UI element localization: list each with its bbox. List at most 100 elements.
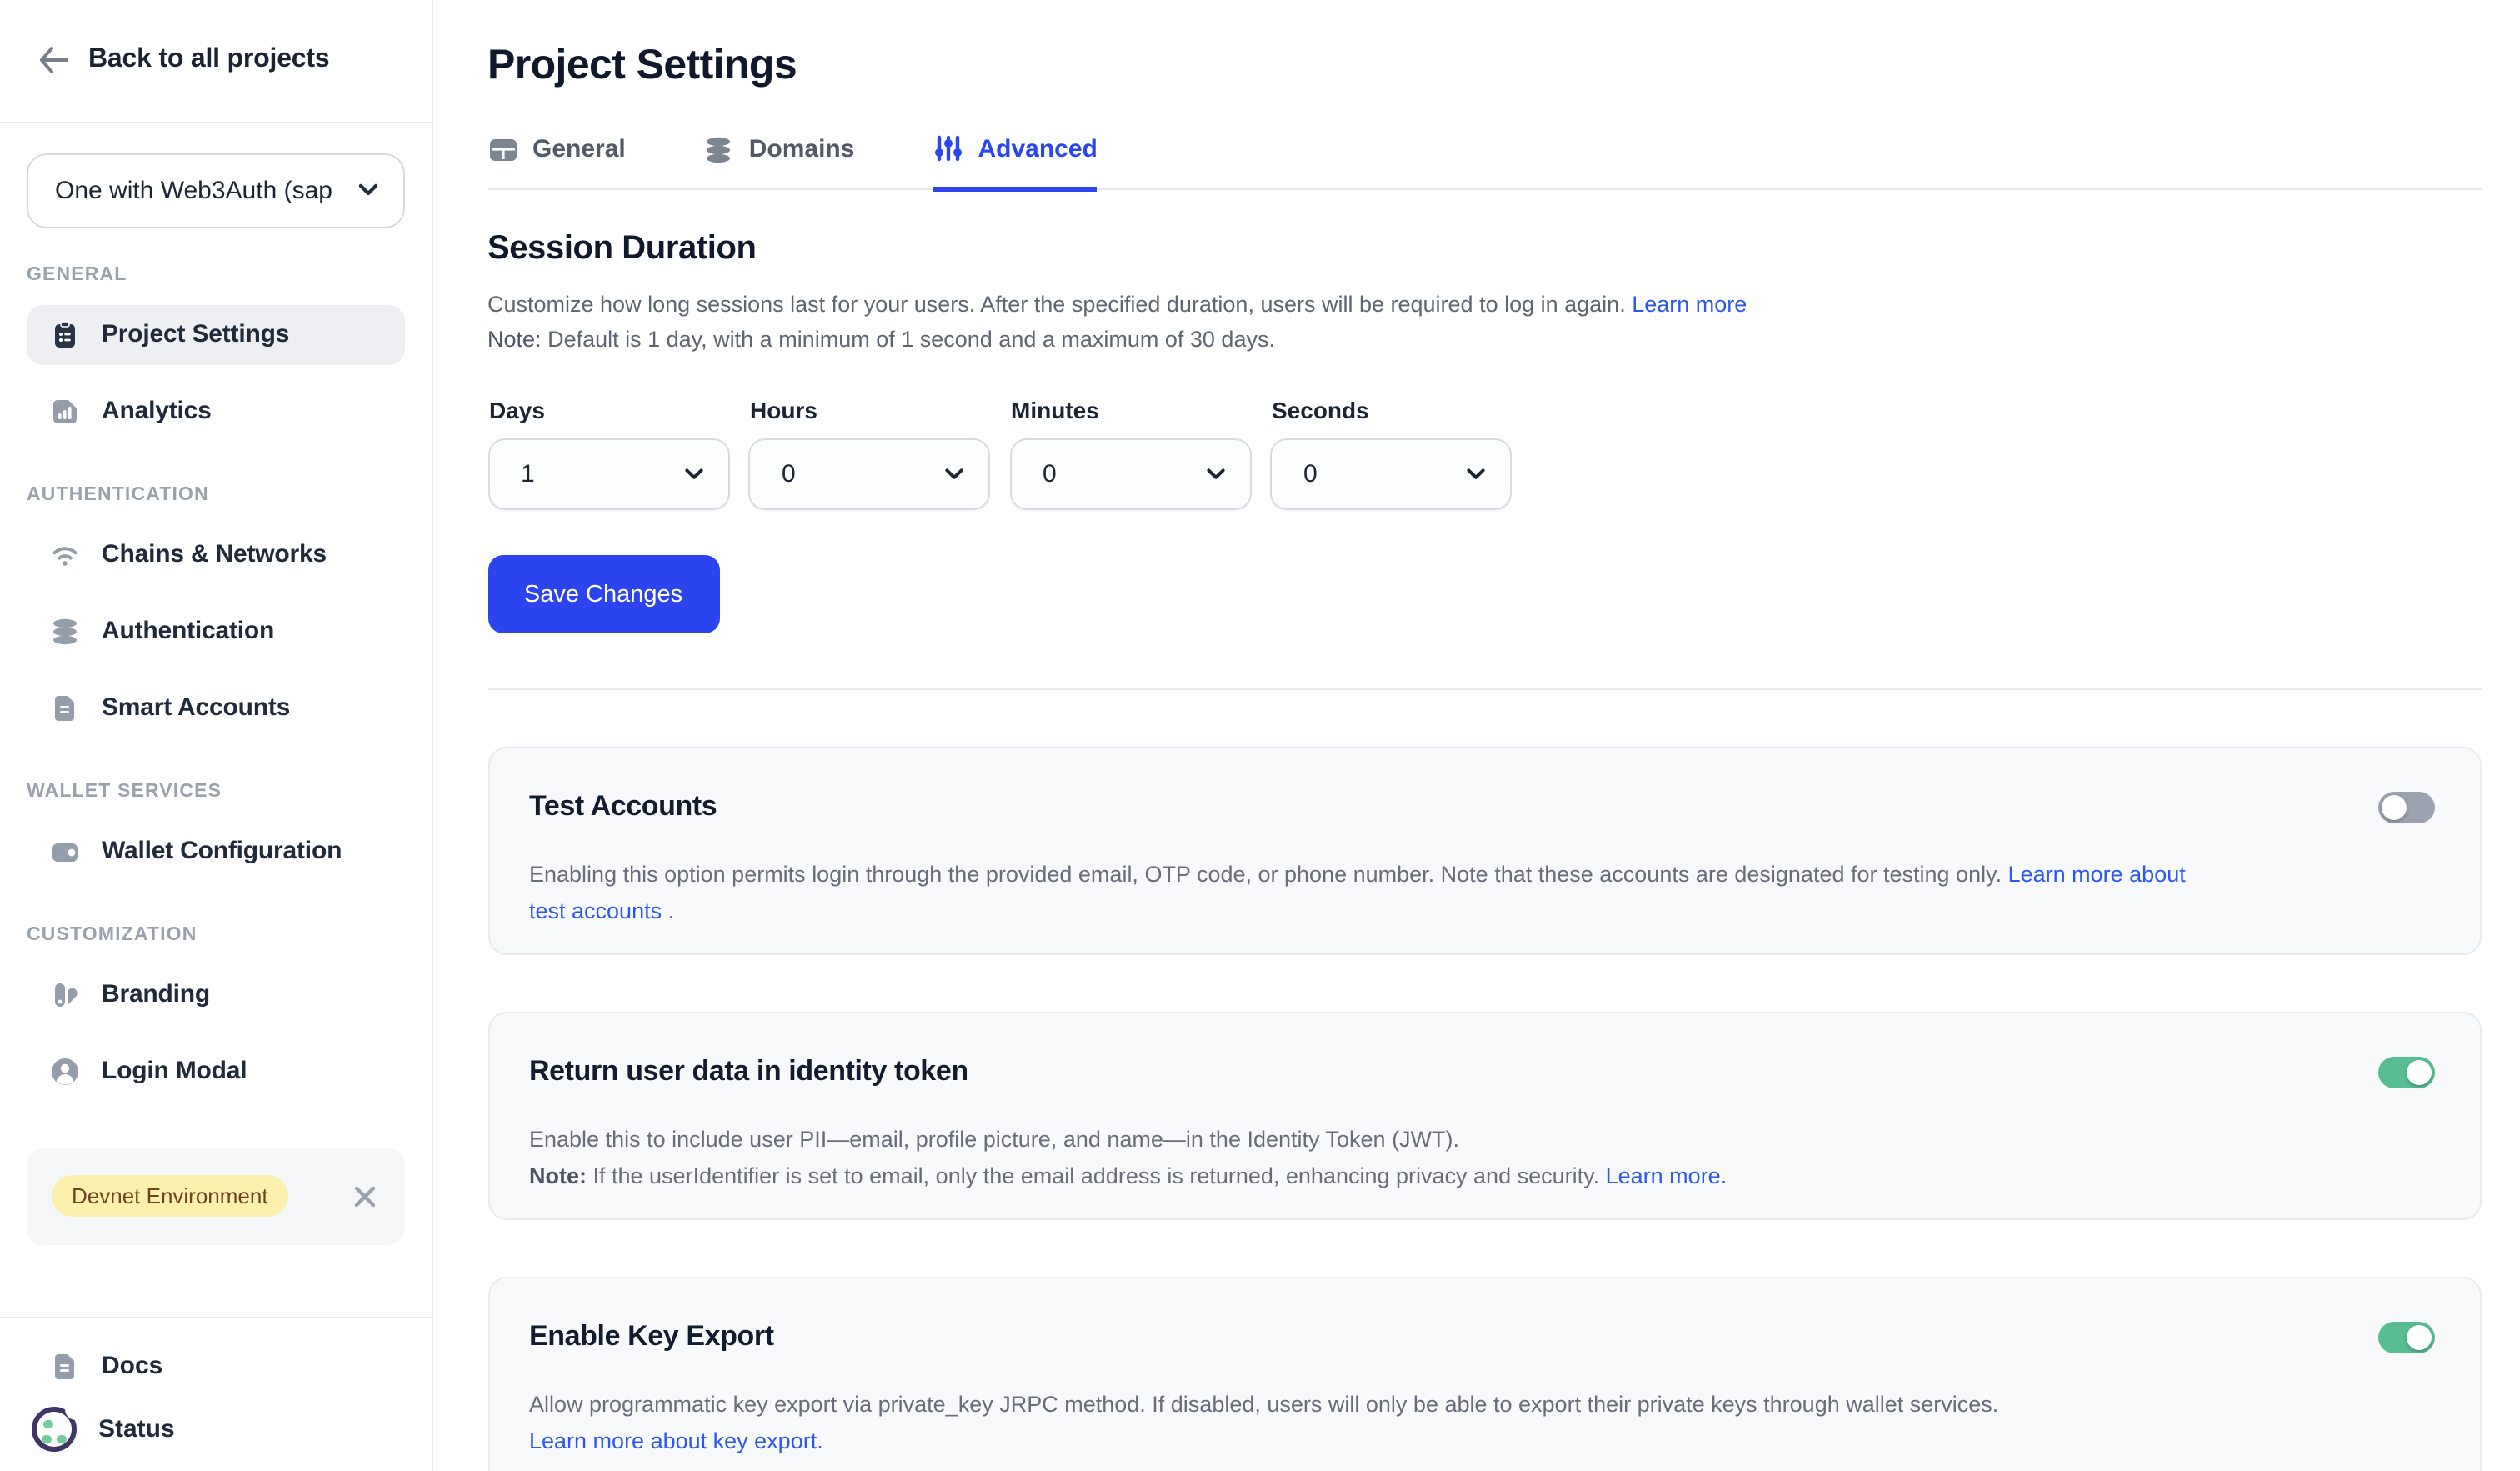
sidebar: Back to all projects One with Web3Auth (… <box>0 0 432 1471</box>
test-accounts-toggle[interactable] <box>2378 792 2434 823</box>
identity-token-toggle[interactable] <box>2378 1057 2434 1088</box>
back-to-projects[interactable]: Back to all projects <box>0 0 431 123</box>
cookie-icon <box>28 1401 85 1458</box>
learn-more-link[interactable]: Learn more <box>1632 292 1747 317</box>
main-content: Project Settings General Domains Advance… <box>434 0 2520 1471</box>
hours-select[interactable]: 0 <box>748 438 990 510</box>
minutes-select[interactable]: 0 <box>1009 438 1251 510</box>
key-export-card: Enable Key Export Allow programmatic key… <box>488 1277 2481 1471</box>
minutes-field: Minutes 0 <box>1009 397 1251 510</box>
environment-panel: Devnet Environment <box>27 1148 404 1244</box>
sidebar-item-docs[interactable]: Docs <box>0 1334 431 1398</box>
tab-label: Domains <box>749 135 855 163</box>
key-export-toggle[interactable] <box>2378 1322 2434 1353</box>
database-icon <box>704 134 734 164</box>
seconds-label: Seconds <box>1272 397 1512 423</box>
note-label: Note: <box>488 327 542 352</box>
card-title: Test Accounts <box>529 790 2434 823</box>
project-selector-value: One with Web3Auth (sap <box>55 176 358 204</box>
sidebar-item-wallet-configuration[interactable]: Wallet Configuration <box>27 821 404 881</box>
session-duration-title: Session Duration <box>488 230 2520 268</box>
sidebar-item-label: Analytics <box>102 397 212 425</box>
sidebar-item-chains-networks[interactable]: Chains & Networks <box>27 524 404 584</box>
save-changes-button[interactable]: Save Changes <box>488 555 719 633</box>
duration-fields: Days 1 Hours 0 Minutes 0 <box>488 397 2520 510</box>
docs-icon <box>50 1351 80 1381</box>
minutes-label: Minutes <box>1011 397 1251 423</box>
sidebar-nav: GENERAL Project Settings Analytics AUTHE… <box>0 264 431 1101</box>
days-label: Days <box>489 397 729 423</box>
card-description: Allow programmatic key export via privat… <box>529 1387 2434 1458</box>
tab-label: General <box>532 135 626 163</box>
environment-badge: Devnet Environment <box>52 1175 288 1217</box>
sidebar-item-label: Docs <box>102 1352 162 1380</box>
chevron-down-icon <box>1467 468 1485 480</box>
card-description: Enable this to include user PII—email, p… <box>529 1122 2434 1193</box>
sidebar-item-label: Authentication <box>102 617 274 645</box>
sidebar-item-analytics[interactable]: Analytics <box>27 381 404 441</box>
learn-more-identity-link[interactable]: Learn more. <box>1606 1163 1728 1188</box>
hours-field: Hours 0 <box>748 397 990 510</box>
seconds-select[interactable]: 0 <box>1270 438 1512 510</box>
chevron-down-icon <box>945 468 963 480</box>
branding-icon <box>50 979 80 1009</box>
clipboard-icon <box>50 319 80 349</box>
close-icon[interactable] <box>352 1184 376 1208</box>
days-select[interactable]: 1 <box>488 438 729 510</box>
learn-more-key-export-link[interactable]: Learn more about key export. <box>529 1428 823 1453</box>
sidebar-item-label: Chains & Networks <box>102 540 327 568</box>
tab-label: Advanced <box>978 134 1097 163</box>
table-icon <box>488 136 518 163</box>
toggle-knob <box>2381 795 2406 820</box>
chevron-down-icon <box>1206 468 1224 480</box>
back-label: Back to all projects <box>88 46 329 76</box>
sidebar-item-label: Branding <box>102 980 210 1008</box>
sidebar-item-label: Project Settings <box>102 320 289 348</box>
back-arrow-icon <box>37 46 70 76</box>
chevron-down-icon <box>684 468 702 480</box>
card-title: Enable Key Export <box>529 1320 2434 1353</box>
toggle-knob <box>2406 1325 2431 1350</box>
card-line1: Allow programmatic key export via privat… <box>529 1392 1998 1417</box>
identity-token-card: Return user data in identity token Enabl… <box>488 1012 2481 1220</box>
card-text-suffix: . <box>662 898 674 923</box>
sidebar-item-smart-accounts[interactable]: Smart Accounts <box>27 678 404 738</box>
sidebar-item-branding[interactable]: Branding <box>27 964 404 1024</box>
file-icon <box>50 693 80 723</box>
sliders-icon <box>932 133 962 163</box>
seconds-value: 0 <box>1303 460 1467 488</box>
sidebar-item-label: Smart Accounts <box>102 693 290 722</box>
section-label-general: GENERAL <box>27 264 404 284</box>
days-value: 1 <box>521 460 684 488</box>
sidebar-item-login-modal[interactable]: Login Modal <box>27 1041 404 1101</box>
section-label-customization: CUSTOMIZATION <box>27 924 404 944</box>
note-text: Default is 1 day, with a minimum of 1 se… <box>542 327 1275 352</box>
card-description: Enabling this option permits login throu… <box>529 857 2204 928</box>
sidebar-item-authentication[interactable]: Authentication <box>27 601 404 661</box>
database-icon <box>50 616 80 646</box>
card-text: Enabling this option permits login throu… <box>529 862 2008 887</box>
user-circle-icon <box>50 1056 80 1086</box>
session-duration-description: Customize how long sessions last for you… <box>488 287 2520 357</box>
hours-value: 0 <box>782 460 945 488</box>
analytics-icon <box>50 396 80 426</box>
sidebar-item-label: Wallet Configuration <box>102 837 342 865</box>
note-label: Note: <box>529 1163 587 1188</box>
wallet-icon <box>50 836 80 866</box>
sidebar-item-status[interactable]: Status <box>0 1398 431 1461</box>
tab-domains[interactable]: Domains <box>704 133 855 188</box>
project-selector[interactable]: One with Web3Auth (sap <box>27 153 404 228</box>
sidebar-item-project-settings[interactable]: Project Settings <box>27 304 404 364</box>
minutes-value: 0 <box>1042 460 1206 488</box>
seconds-field: Seconds 0 <box>1270 397 1512 510</box>
tab-general[interactable]: General <box>488 133 626 188</box>
note-text: If the userIdentifier is set to email, o… <box>587 1163 1606 1188</box>
toggle-knob <box>2406 1060 2431 1085</box>
tab-bar: General Domains Advanced <box>488 133 2481 190</box>
app-window: Back to all projects One with Web3Auth (… <box>0 0 2520 1471</box>
tab-advanced[interactable]: Advanced <box>932 133 1097 192</box>
sidebar-item-label: Login Modal <box>102 1057 247 1085</box>
wifi-icon <box>50 539 80 569</box>
hours-label: Hours <box>750 397 990 423</box>
chevron-down-icon <box>358 183 378 197</box>
